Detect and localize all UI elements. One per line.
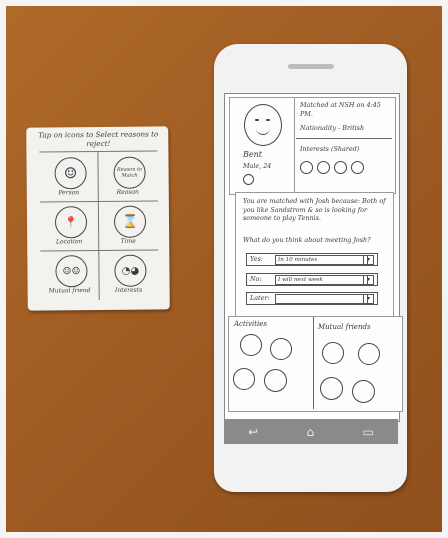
friend-circle[interactable] <box>352 380 375 403</box>
activity-circle[interactable] <box>233 368 255 390</box>
chevron-down-icon[interactable]: ▾ <box>363 255 374 265</box>
friend-circle[interactable] <box>322 342 344 364</box>
bottom-panel <box>228 316 403 412</box>
response-later[interactable]: Later: ▾ <box>246 292 378 305</box>
mutual-friends-label: Mutual friends <box>318 323 371 331</box>
response-yes-select[interactable]: In 10 minutes <box>275 255 368 265</box>
activities-label: Activities <box>234 320 268 328</box>
interest-circle[interactable] <box>300 161 313 174</box>
interest-circle[interactable] <box>351 161 364 174</box>
phone-speaker <box>288 64 334 69</box>
response-no[interactable]: No: I will next week ▾ <box>246 273 378 286</box>
face-icon: ☺ <box>54 157 87 190</box>
small-face-icon <box>243 174 254 185</box>
location-pin-icon: 📍 <box>54 206 88 239</box>
reason-person[interactable]: ☺ Person <box>39 152 97 202</box>
interests-label: Interests (Shared) <box>300 145 360 153</box>
photo: Tap on icons to Select reasons to reject… <box>0 0 448 538</box>
reason-reason[interactable]: Reason to Match Reason <box>98 151 156 201</box>
response-yes[interactable]: Yes: In 10 minutes ▾ <box>246 253 378 266</box>
avatar <box>244 104 282 146</box>
response-later-select[interactable] <box>275 294 368 304</box>
activity-circle[interactable] <box>264 369 287 392</box>
match-message: You are matched with Josh because: Both … <box>243 197 386 222</box>
reject-reasons-card: Tap on icons to Select reasons to reject… <box>26 126 170 311</box>
response-no-select[interactable]: I will next week <box>275 275 368 285</box>
chevron-down-icon[interactable]: ▾ <box>363 275 374 285</box>
reason-label: Person <box>58 189 80 197</box>
interests-icon: ◔◕ <box>114 254 147 287</box>
interest-circle[interactable] <box>334 161 347 174</box>
mutual-friend-icon: ☺☺ <box>55 255 88 288</box>
reason-location[interactable]: 📍 Location <box>40 201 98 251</box>
profile-details: Male, 24 <box>243 162 272 170</box>
home-icon[interactable]: ⌂ <box>307 425 315 439</box>
reason-time[interactable]: ⌛ Time <box>99 200 157 250</box>
reason-label: Mutual friend <box>48 287 91 295</box>
reason-label: Time <box>120 237 136 245</box>
activity-circle[interactable] <box>270 338 292 360</box>
reason-label: Interests <box>115 286 143 294</box>
reason-mutual-friend[interactable]: ☺☺ Mutual friend <box>40 250 98 300</box>
nationality: Nationality - British <box>300 124 365 132</box>
profile-name: Bent <box>243 150 262 159</box>
activity-circle[interactable] <box>240 334 262 356</box>
back-icon[interactable]: ↩ <box>248 425 258 439</box>
chevron-down-icon[interactable]: ▾ <box>363 294 374 304</box>
friend-circle[interactable] <box>320 377 343 400</box>
friend-circle[interactable] <box>358 343 380 365</box>
reason-to-match-icon: Reason to Match <box>113 156 146 189</box>
hourglass-icon: ⌛ <box>113 205 147 238</box>
android-nav-bar: ↩ ⌂ ▭ <box>224 419 398 444</box>
matched-at: Matched at NSH on 4:45 PM. <box>300 101 381 118</box>
interest-circle[interactable] <box>317 161 330 174</box>
card-instruction: Tap on icons to Select reasons to reject… <box>38 129 159 149</box>
match-question: What do you think about meeting Josh? <box>243 236 371 244</box>
reason-label: Location <box>55 238 83 246</box>
reason-label: Reason <box>116 188 139 196</box>
reason-interests[interactable]: ◔◕ Interests <box>99 249 157 299</box>
recent-apps-icon[interactable]: ▭ <box>362 425 373 439</box>
reason-grid: ☺ Person Reason to Match Reason 📍 Locati… <box>39 150 159 301</box>
